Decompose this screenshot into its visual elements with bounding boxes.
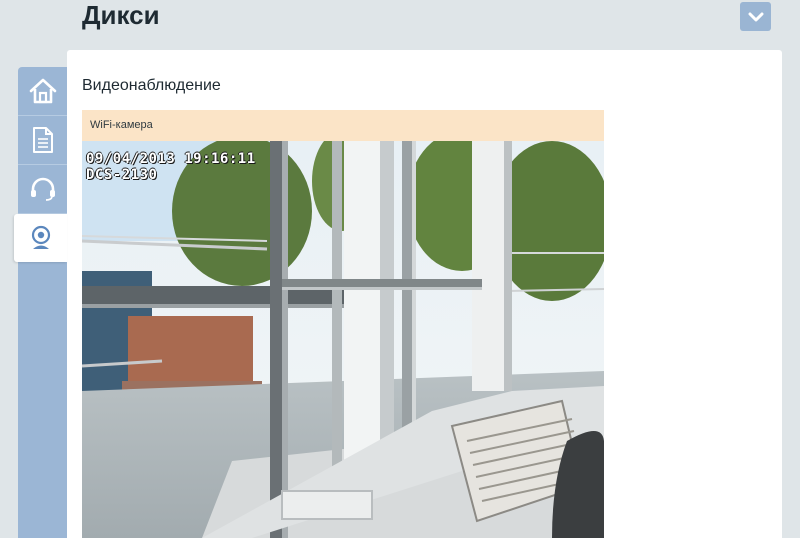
section-title: Видеонаблюдение — [82, 77, 221, 94]
headset-icon — [30, 177, 55, 201]
camera-timestamp: 09/04/2013 19:16:11 — [86, 151, 256, 167]
camera-header: WiFi-камера — [82, 110, 604, 141]
chevron-down-icon — [748, 12, 763, 21]
sidebar — [14, 67, 67, 538]
document-icon — [32, 127, 53, 153]
sidebar-item-home[interactable] — [18, 67, 67, 116]
camera-model-label: DCS-2130 — [86, 167, 158, 183]
page: Дикси Видеонаблюдение WiFi-камера 09/04/… — [0, 0, 800, 538]
sidebar-item-documents[interactable] — [18, 116, 67, 165]
collapse-button[interactable] — [740, 2, 771, 31]
webcam-icon — [31, 225, 50, 249]
page-title: Дикси — [82, 0, 160, 30]
camera-feed[interactable]: 09/04/2013 19:16:11 DCS-2130 — [82, 141, 604, 538]
camera-image — [82, 141, 604, 538]
sidebar-item-video[interactable] — [14, 214, 67, 262]
home-icon — [29, 78, 56, 104]
camera-name: WiFi-камера — [90, 119, 153, 131]
sidebar-item-support[interactable] — [18, 165, 67, 214]
